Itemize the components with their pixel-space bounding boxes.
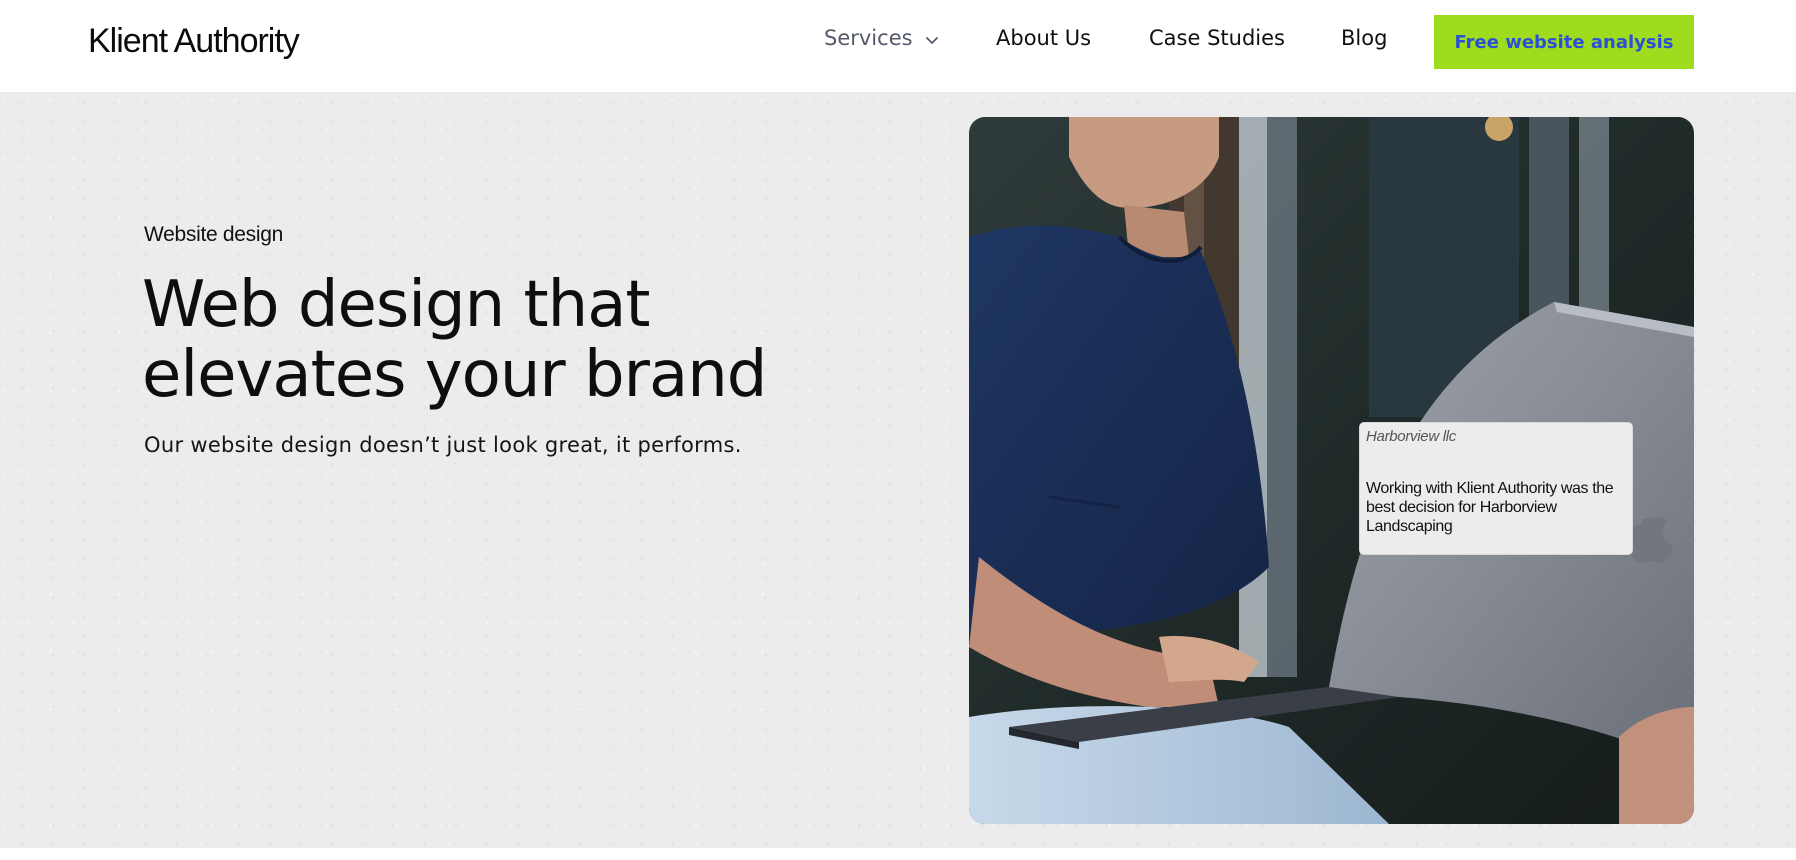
testimonial-quote: Working with Klient Authority was the be…: [1366, 480, 1614, 535]
nav-item-about-us[interactable]: About Us: [996, 26, 1091, 50]
site-header: Klient Authority Services About Us Case …: [0, 0, 1796, 92]
testimonial-card: Harborview llc Working with Klient Autho…: [1359, 422, 1633, 555]
nav-item-services[interactable]: Services: [824, 26, 939, 51]
logo[interactable]: Klient Authority: [88, 22, 300, 61]
nav-item-services-label: Services: [824, 26, 913, 50]
hero-headline-line-1: Web design that: [142, 268, 651, 342]
chevron-down-icon: [925, 27, 939, 51]
hero-headline-line-2: elevates your brand: [142, 338, 767, 412]
nav-item-case-studies[interactable]: Case Studies: [1149, 26, 1285, 50]
hero-subtext: Our website design doesn’t just look gre…: [144, 433, 742, 457]
nav-item-blog[interactable]: Blog: [1341, 26, 1387, 50]
testimonial-company: Harborview llc: [1366, 428, 1456, 445]
section-divider: [0, 848, 1796, 860]
hero-eyebrow: Website design: [144, 223, 283, 246]
free-website-analysis-button[interactable]: Free website analysis: [1434, 15, 1694, 69]
hero-headline: Web design that elevates your brand: [142, 270, 902, 410]
